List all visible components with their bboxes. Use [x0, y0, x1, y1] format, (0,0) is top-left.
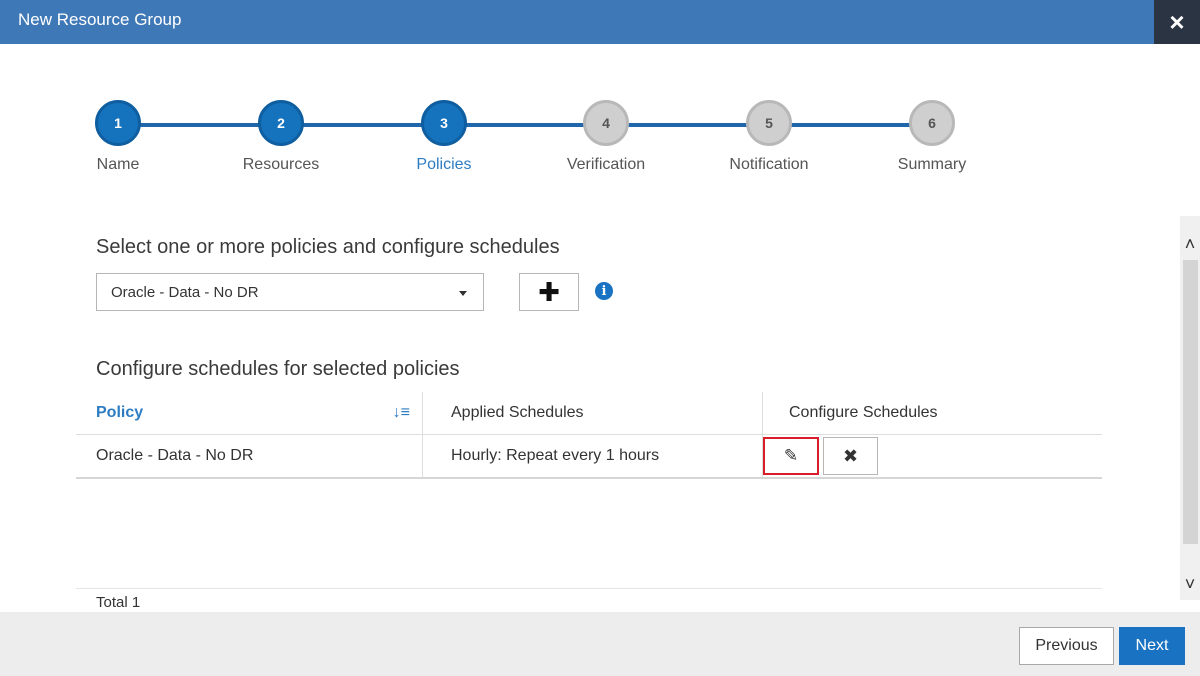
step-number-circle: 3	[421, 100, 467, 146]
step-number-circle: 2	[258, 100, 304, 146]
sort-icon[interactable]: ↓≡	[393, 404, 410, 422]
step-number-circle: 1	[95, 100, 141, 146]
wizard-step-summary: 6 Summary	[872, 100, 992, 174]
column-header-policy[interactable]: Policy ↓≡	[76, 392, 422, 434]
step-label: Summary	[897, 156, 967, 173]
policy-cell: Oracle - Data - No DR	[96, 447, 254, 464]
close-icon: ×	[1169, 6, 1185, 37]
step-label: Verification	[566, 156, 646, 173]
column-header-label: Policy	[96, 404, 144, 421]
dialog-title-bar: New Resource Group ×	[0, 0, 1200, 44]
dialog-title: New Resource Group	[18, 10, 182, 29]
step-label: Notification	[729, 156, 809, 173]
close-icon: ✖	[842, 445, 859, 466]
previous-button[interactable]: Previous	[1019, 627, 1114, 665]
wizard-step-resources[interactable]: 2 Resources	[221, 100, 341, 174]
step-label: Policies	[416, 156, 472, 173]
chevron-down-icon	[459, 291, 467, 296]
pencil-icon: ✎	[783, 446, 799, 465]
schedules-table: Policy ↓≡ Applied Schedules Configure Sc…	[76, 392, 1102, 479]
step-number-circle: 5	[746, 100, 792, 146]
next-button[interactable]: Next	[1119, 627, 1185, 665]
column-header-applied-schedules: Applied Schedules	[422, 392, 762, 434]
add-policy-button[interactable]: ✚	[519, 273, 579, 311]
column-header-configure-schedules: Configure Schedules	[762, 392, 1102, 434]
schedules-heading: Configure schedules for selected policie…	[96, 358, 460, 380]
divider	[76, 588, 1102, 589]
wizard-step-verification: 4 Verification	[546, 100, 666, 174]
wizard-steps: 1 Name 2 Resources 3 Policies 4 Verifica…	[0, 96, 1200, 186]
delete-schedule-button[interactable]: ✖	[823, 437, 878, 475]
policies-heading: Select one or more policies and configur…	[96, 236, 560, 258]
plus-icon: ✚	[538, 276, 560, 307]
applied-schedule-cell: Hourly: Repeat every 1 hours	[422, 435, 762, 477]
scroll-up-icon[interactable]: ˄	[1182, 234, 1198, 254]
scrollbar-thumb[interactable]	[1183, 260, 1198, 544]
wizard-step-notification: 5 Notification	[709, 100, 829, 174]
edit-schedule-button[interactable]: ✎	[763, 437, 819, 475]
step-label: Resources	[242, 156, 320, 173]
table-header: Policy ↓≡ Applied Schedules Configure Sc…	[76, 392, 1102, 435]
policy-dropdown[interactable]: Oracle - Data - No DR	[96, 273, 484, 311]
wizard-step-policies[interactable]: 3 Policies	[384, 100, 504, 174]
step-label: Name	[96, 156, 140, 173]
scroll-down-icon[interactable]: ˅	[1182, 574, 1198, 594]
step-connector-pending	[444, 123, 932, 127]
total-count: Total 1	[96, 594, 141, 611]
close-button[interactable]: ×	[1154, 0, 1200, 44]
step-number-circle: 6	[909, 100, 955, 146]
wizard-step-name[interactable]: 1 Name	[58, 100, 178, 174]
policy-dropdown-value: Oracle - Data - No DR	[111, 284, 259, 301]
info-icon[interactable]: i	[595, 282, 613, 300]
table-row: Oracle - Data - No DR Hourly: Repeat eve…	[76, 435, 1102, 479]
step-number-circle: 4	[583, 100, 629, 146]
